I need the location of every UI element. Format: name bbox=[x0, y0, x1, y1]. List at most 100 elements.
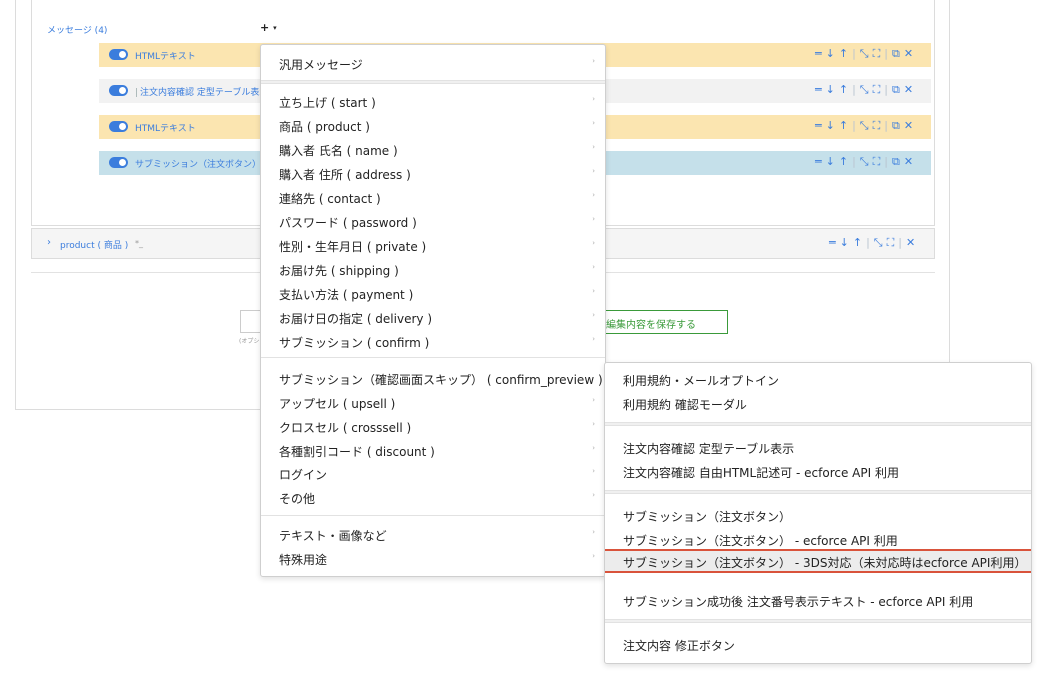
copy-icon[interactable]: ⧉ bbox=[892, 83, 900, 97]
move-up-icon[interactable]: ↑ bbox=[839, 47, 848, 60]
chevron-right-icon: › bbox=[592, 191, 595, 199]
chevron-right-icon: › bbox=[592, 311, 595, 319]
copy-icon[interactable]: ⧉ bbox=[892, 47, 900, 61]
collapse-icon[interactable]: ⤡ bbox=[860, 119, 869, 133]
expand-icon[interactable]: ⛶ bbox=[873, 47, 881, 61]
block-label: HTMLテキスト bbox=[135, 124, 196, 134]
collapse-icon[interactable]: ⤡ bbox=[874, 236, 883, 250]
menu-item-special[interactable]: 特殊用途 › bbox=[261, 546, 605, 570]
copy-icon[interactable]: ⧉ bbox=[892, 155, 900, 169]
separator: | bbox=[135, 88, 139, 98]
toggle-switch[interactable] bbox=[109, 49, 128, 60]
submenu-item-submission-3ds[interactable]: サブミッション（注文ボタン） - 3DS対応（未対応時はecforce API利… bbox=[605, 549, 1031, 573]
chevron-right-icon: › bbox=[592, 396, 595, 404]
menu-item-confirm[interactable]: サブミッション ( confirm ) › bbox=[261, 329, 605, 353]
close-icon[interactable]: ✕ bbox=[904, 119, 913, 132]
copy-icon[interactable]: ⧉ bbox=[892, 119, 900, 133]
menu-item-private[interactable]: 性別・生年月日 ( private ) › bbox=[261, 233, 605, 257]
submenu-item-terms-modal[interactable]: 利用規約 確認モーダル bbox=[605, 391, 1031, 415]
collapse-icon[interactable]: ⤡ bbox=[860, 155, 869, 169]
chevron-right-icon: › bbox=[592, 143, 595, 151]
chevron-right-icon[interactable]: › bbox=[47, 237, 51, 248]
drag-handle-icon[interactable]: ═ bbox=[815, 119, 822, 132]
submenu-item-order-confirm-html[interactable]: 注文内容確認 自由HTML記述可 - ecforce API 利用 bbox=[605, 459, 1031, 483]
expand-icon[interactable]: ⛶ bbox=[873, 119, 881, 133]
submenu-item-submission-api[interactable]: サブミッション（注文ボタン） - ecforce API 利用 bbox=[605, 527, 1031, 551]
submenu-divider bbox=[605, 619, 1031, 623]
block-label: HTMLテキスト bbox=[135, 52, 196, 62]
chevron-right-icon: › bbox=[592, 239, 595, 247]
toggle-switch[interactable] bbox=[109, 157, 128, 168]
menu-item-confirm-preview[interactable]: サブミッション（確認画面スキップ） ( confirm_preview ) bbox=[261, 366, 605, 390]
menu-item-shipping[interactable]: お届け先 ( shipping ) › bbox=[261, 257, 605, 281]
submenu-divider bbox=[605, 490, 1031, 494]
toggle-switch[interactable] bbox=[109, 85, 128, 96]
chevron-right-icon: › bbox=[592, 491, 595, 499]
move-up-icon[interactable]: ↑ bbox=[839, 83, 848, 96]
drag-handle-icon[interactable]: ═ bbox=[815, 47, 822, 60]
move-down-icon[interactable]: ↓ bbox=[840, 236, 849, 249]
messages-count-label: メッセージ (4) bbox=[47, 26, 108, 36]
menu-item-crosssell[interactable]: クロスセル ( crosssell ) › bbox=[261, 414, 605, 438]
menu-item-address[interactable]: 購入者 住所 ( address ) › bbox=[261, 161, 605, 185]
submenu-item-terms-optin[interactable]: 利用規約・メールオプトイン bbox=[605, 367, 1031, 391]
close-icon[interactable]: ✕ bbox=[904, 47, 913, 60]
row-actions: ═ ↓ ↑ | ⤡ ⛶ | ⧉ ✕ bbox=[815, 119, 914, 133]
expand-icon[interactable]: ⛶ bbox=[873, 155, 881, 169]
menu-item-discount[interactable]: 各種割引コード ( discount ) › bbox=[261, 438, 605, 462]
submenu-item-order-number-text[interactable]: サブミッション成功後 注文番号表示テキスト - ecforce API 利用 bbox=[605, 588, 1031, 612]
chevron-right-icon: › bbox=[592, 57, 595, 65]
move-down-icon[interactable]: ↓ bbox=[826, 83, 835, 96]
close-icon[interactable]: ✕ bbox=[906, 236, 915, 249]
chevron-right-icon: › bbox=[592, 552, 595, 560]
menu-item-upsell[interactable]: アップセル ( upsell ) › bbox=[261, 390, 605, 414]
collapse-icon[interactable]: ⤡ bbox=[860, 83, 869, 97]
collapse-icon[interactable]: ⤡ bbox=[860, 47, 869, 61]
move-down-icon[interactable]: ↓ bbox=[826, 119, 835, 132]
chevron-right-icon: › bbox=[592, 287, 595, 295]
toggle-switch[interactable] bbox=[109, 121, 128, 132]
menu-item-text-image[interactable]: テキスト・画像など › bbox=[261, 522, 605, 546]
chevron-right-icon: › bbox=[592, 528, 595, 536]
menu-item-password[interactable]: パスワード ( password ) › bbox=[261, 209, 605, 233]
menu-item-other[interactable]: その他 › bbox=[261, 485, 605, 509]
menu-divider bbox=[261, 80, 605, 84]
menu-item-login[interactable]: ログイン › bbox=[261, 461, 605, 485]
submenu-divider bbox=[605, 422, 1031, 426]
menu-item-generic-message[interactable]: 汎用メッセージ › bbox=[261, 51, 605, 75]
option-input[interactable] bbox=[240, 310, 262, 333]
move-up-icon[interactable]: ↑ bbox=[839, 119, 848, 132]
expand-icon[interactable]: ⛶ bbox=[873, 83, 881, 97]
drag-handle-icon[interactable]: ═ bbox=[815, 83, 822, 96]
submenu-item-order-confirm-table[interactable]: 注文内容確認 定型テーブル表示 bbox=[605, 435, 1031, 459]
menu-divider bbox=[261, 515, 605, 516]
special-use-submenu: 利用規約・メールオプトイン 利用規約 確認モーダル 注文内容確認 定型テーブル表… bbox=[604, 362, 1032, 664]
menu-item-start[interactable]: 立ち上げ ( start ) › bbox=[261, 89, 605, 113]
close-icon[interactable]: ✕ bbox=[904, 83, 913, 96]
move-down-icon[interactable]: ↓ bbox=[826, 47, 835, 60]
menu-item-product[interactable]: 商品 ( product ) › bbox=[261, 113, 605, 137]
move-down-icon[interactable]: ↓ bbox=[826, 155, 835, 168]
row-actions: ═ ↓ ↑ | ⤡ ⛶ | ⧉ ✕ bbox=[815, 47, 914, 61]
row-actions: ═ ↓ ↑ | ⤡ ⛶ | ⧉ ✕ bbox=[815, 83, 914, 97]
chevron-right-icon: › bbox=[592, 420, 595, 428]
chevron-right-icon: › bbox=[592, 335, 595, 343]
menu-item-delivery[interactable]: お届け日の指定 ( delivery ) › bbox=[261, 305, 605, 329]
section-badge: *_ bbox=[135, 239, 143, 248]
menu-item-payment[interactable]: 支払い方法 ( payment ) › bbox=[261, 281, 605, 305]
submenu-item-edit-button[interactable]: 注文内容 修正ボタン bbox=[605, 632, 1031, 656]
close-icon[interactable]: ✕ bbox=[904, 155, 913, 168]
submenu-item-submission[interactable]: サブミッション（注文ボタン） bbox=[605, 503, 1031, 527]
move-up-icon[interactable]: ↑ bbox=[853, 236, 862, 249]
option-hint: (オプシ bbox=[239, 338, 260, 345]
save-button[interactable]: 編集内容を保存する bbox=[596, 310, 728, 334]
move-up-icon[interactable]: ↑ bbox=[839, 155, 848, 168]
add-block-button[interactable]: + ▾ bbox=[260, 21, 277, 34]
menu-item-contact[interactable]: 連絡先 ( contact ) › bbox=[261, 185, 605, 209]
expand-icon[interactable]: ⛶ bbox=[887, 236, 895, 250]
drag-handle-icon[interactable]: ═ bbox=[815, 155, 822, 168]
chevron-right-icon: › bbox=[592, 167, 595, 175]
menu-item-name[interactable]: 購入者 氏名 ( name ) › bbox=[261, 137, 605, 161]
drag-handle-icon[interactable]: ═ bbox=[829, 236, 836, 249]
section-actions: ═ ↓ ↑ | ⤡ ⛶ | ✕ bbox=[829, 236, 916, 250]
